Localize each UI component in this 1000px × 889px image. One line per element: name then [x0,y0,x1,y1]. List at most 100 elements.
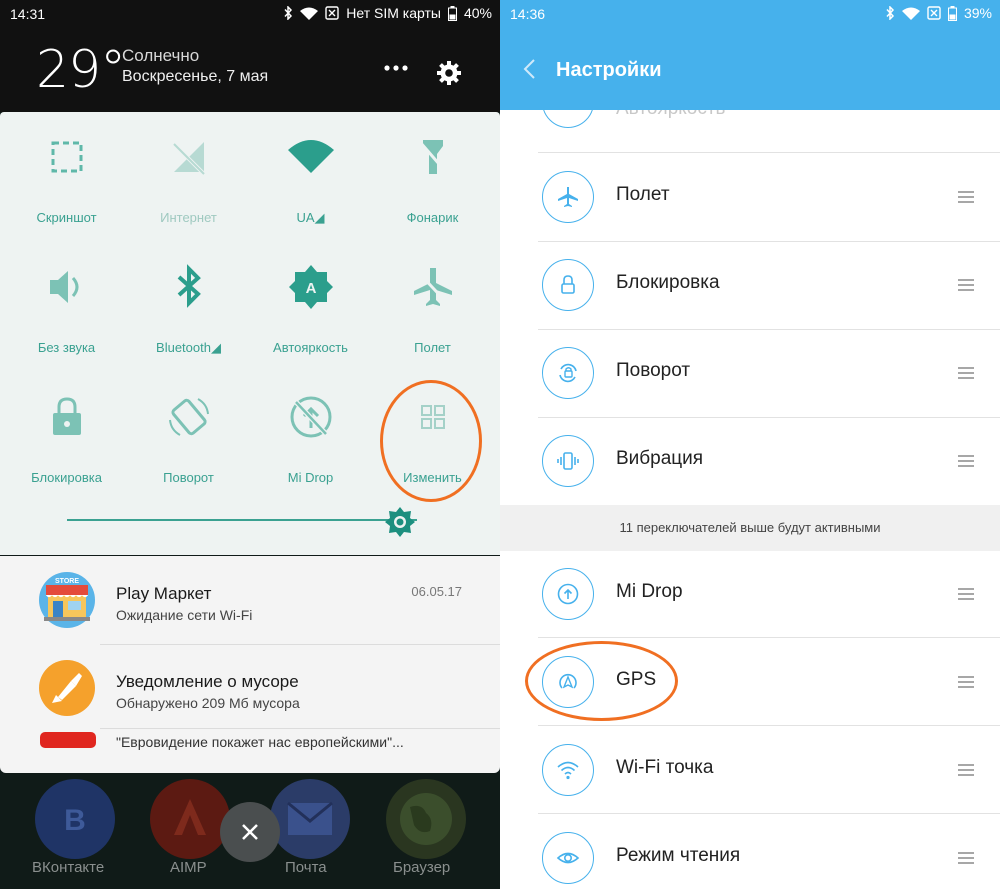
toggle-item-lock[interactable]: Блокировка [500,241,1000,329]
wifi-hotspot-icon [542,744,594,796]
cleaner-icon [39,660,95,716]
aimp-app-icon[interactable] [150,779,230,859]
brightness-slider-track[interactable] [67,519,417,521]
app-bar: Настройки [500,28,1000,110]
tile-lock[interactable]: Блокировка [4,372,129,502]
auto-brightness-icon: A [289,265,333,309]
settings-gear-icon[interactable] [436,60,462,86]
envelope-icon [287,801,333,835]
highlight-ring [380,380,482,502]
tile-screenshot[interactable]: Скриншот [4,112,129,242]
close-icon [242,824,258,840]
tile-wifi[interactable]: UA◢ [248,112,373,242]
item-label: Полет [616,184,670,205]
tile-mi-drop[interactable]: Mi Drop [248,372,373,502]
tile-airplane[interactable]: Полет [370,242,495,372]
browser-app-icon[interactable] [386,779,466,859]
close-notifications-button[interactable] [220,802,280,862]
eye-icon [542,832,594,884]
notification-title: Play Маркет [116,584,212,603]
status-bar: 14:31 Нет SIM карты 40% [0,0,500,28]
status-bar: 14:36 39% [500,0,1000,28]
app-label: AIMP [170,859,207,876]
bluetooth-icon [177,264,201,308]
drag-handle-icon[interactable] [958,676,974,688]
drag-handle-icon[interactable] [958,367,974,379]
partial-list-item: Автояркость [500,110,1000,152]
globe-icon [400,793,452,845]
page-title: Настройки [556,59,662,81]
tile-label: Без звука [37,340,96,355]
tile-label: Mi Drop [287,470,334,485]
aimp-logo-icon [174,799,206,835]
notification-text[interactable]: "Евровидение покажет нас европейскими"..… [116,734,404,750]
toggle-item-reading-mode[interactable]: Режим чтения [500,814,1000,889]
tile-label: Блокировка [31,470,102,485]
notification-text: Ожидание сети Wi-Fi [116,607,253,623]
svg-text:STORE: STORE [55,578,79,585]
weather-header: 29° Солнечно Воскресенье, 7 мая [0,28,500,112]
notification-text: Обнаружено 209 Мб мусора [116,695,300,711]
drag-handle-icon[interactable] [958,588,974,600]
toggle-item-rotate[interactable]: Поворот [500,329,1000,417]
tile-auto-brightness[interactable]: A Автояркость [248,242,373,372]
tile-label: Фонарик [406,210,459,225]
drag-handle-icon[interactable] [958,764,974,776]
tile-flashlight[interactable]: Фонарик [370,112,495,242]
quick-settings-panel: Скриншот Интернет UA◢ Фонарик Без звука … [0,112,500,555]
drag-handle-icon[interactable] [958,279,974,291]
airplane-off-icon [414,268,452,306]
toggle-item-airplane[interactable]: Полет [500,153,1000,241]
battery-percent: 39% [963,5,992,21]
mail-app-icon[interactable] [270,779,350,859]
drag-handle-icon[interactable] [958,455,974,467]
drag-handle-icon[interactable] [958,191,974,203]
status-time: 14:31 [10,6,46,22]
tile-silent[interactable]: Без звука [4,242,129,372]
app-label: ВКонтакте [32,859,105,876]
tile-internet[interactable]: Интернет [126,112,251,242]
item-label: Вибрация [616,448,704,469]
back-arrow-icon[interactable] [522,58,536,80]
battery-icon [447,5,457,21]
notification-junk[interactable]: Уведомление о мусоре Обнаружено 209 Мб м… [0,644,500,728]
date-text: Воскресенье, 7 мая [122,68,269,85]
drag-handle-icon[interactable] [958,852,974,864]
status-time: 14:36 [510,6,546,22]
toggle-item-mi-drop[interactable]: Mi Drop [500,550,1000,638]
airplane-icon [542,171,594,223]
wifi-status-icon [901,7,920,20]
toggle-item-wifi-hotspot[interactable]: Wi-Fi точка [500,726,1000,814]
screenshot-icon [51,141,83,173]
no-sim-icon [325,6,339,20]
svg-text:A: A [306,280,317,297]
volume-icon [50,271,79,303]
lock-icon [542,259,594,311]
toggle-item-vibration[interactable]: Вибрация [500,417,1000,505]
carrier-text: Нет SIM карты [346,5,441,21]
toggle-settings-screen: 14:36 39% Настройки Автояркость Полет Бл… [500,0,1000,889]
mobile-data-off-icon [172,142,206,176]
item-label: Режим чтения [616,845,741,866]
vk-app-icon[interactable]: B [35,779,115,859]
vibration-icon [542,435,594,487]
app-label: Почта [285,859,327,876]
mi-drop-off-icon [290,396,332,438]
tile-label: Интернет [160,210,217,225]
lock-icon [53,397,81,435]
vk-logo-icon: B [64,804,86,837]
more-options-icon[interactable] [383,60,409,76]
notification-shade-screen: 14:31 Нет SIM карты 40% 29° Солнечно Вос… [0,0,500,889]
rotate-icon [542,347,594,399]
tile-rotate[interactable]: Поворот [126,372,251,502]
notification-play-market[interactable]: STORE Play Маркет Ожидание сети Wi-Fi 06… [0,556,500,640]
weather-condition: Солнечно [122,46,200,65]
highlight-ring [525,641,678,721]
rotate-icon [169,398,209,436]
tile-bluetooth[interactable]: Bluetooth◢ [126,242,251,372]
notification-title: Уведомление о мусоре [116,672,299,691]
item-label: Wi-Fi точка [616,757,714,778]
brightness-sun-icon[interactable] [384,506,416,538]
app-label: Браузер [393,859,451,876]
tile-label: Поворот [163,470,214,485]
